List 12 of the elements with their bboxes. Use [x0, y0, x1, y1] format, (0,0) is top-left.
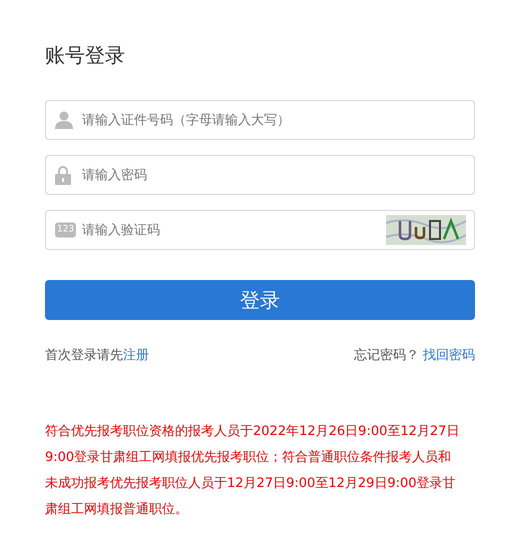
- register-link[interactable]: 注册: [123, 348, 149, 363]
- lock-icon: [55, 165, 71, 185]
- login-button[interactable]: 登录: [45, 280, 475, 320]
- forgot-password-prompt: 忘记密码？ 找回密码: [354, 347, 475, 364]
- recover-password-link[interactable]: 找回密码: [423, 348, 475, 363]
- notice-text: 符合优先报考职位资格的报考人员于2022年12月26日9:00至12月27日9:00登录甘肃组工网填报优先报考职位；符合普通职位条件报考人员和未成功报考优先报考职位人员于12月27日9:00至12月29日9:00登录甘肃组工网填报普通职位。: [45, 423, 460, 519]
- id-number-field[interactable]: 请输入证件号码（字母请输入大写）: [45, 100, 475, 140]
- password-field[interactable]: 请输入密码: [45, 155, 475, 195]
- user-icon: [55, 111, 73, 129]
- captcha-icon: 123: [55, 222, 76, 238]
- page-title: 账号登录: [45, 42, 126, 69]
- register-prompt: 首次登录请先注册: [45, 347, 149, 364]
